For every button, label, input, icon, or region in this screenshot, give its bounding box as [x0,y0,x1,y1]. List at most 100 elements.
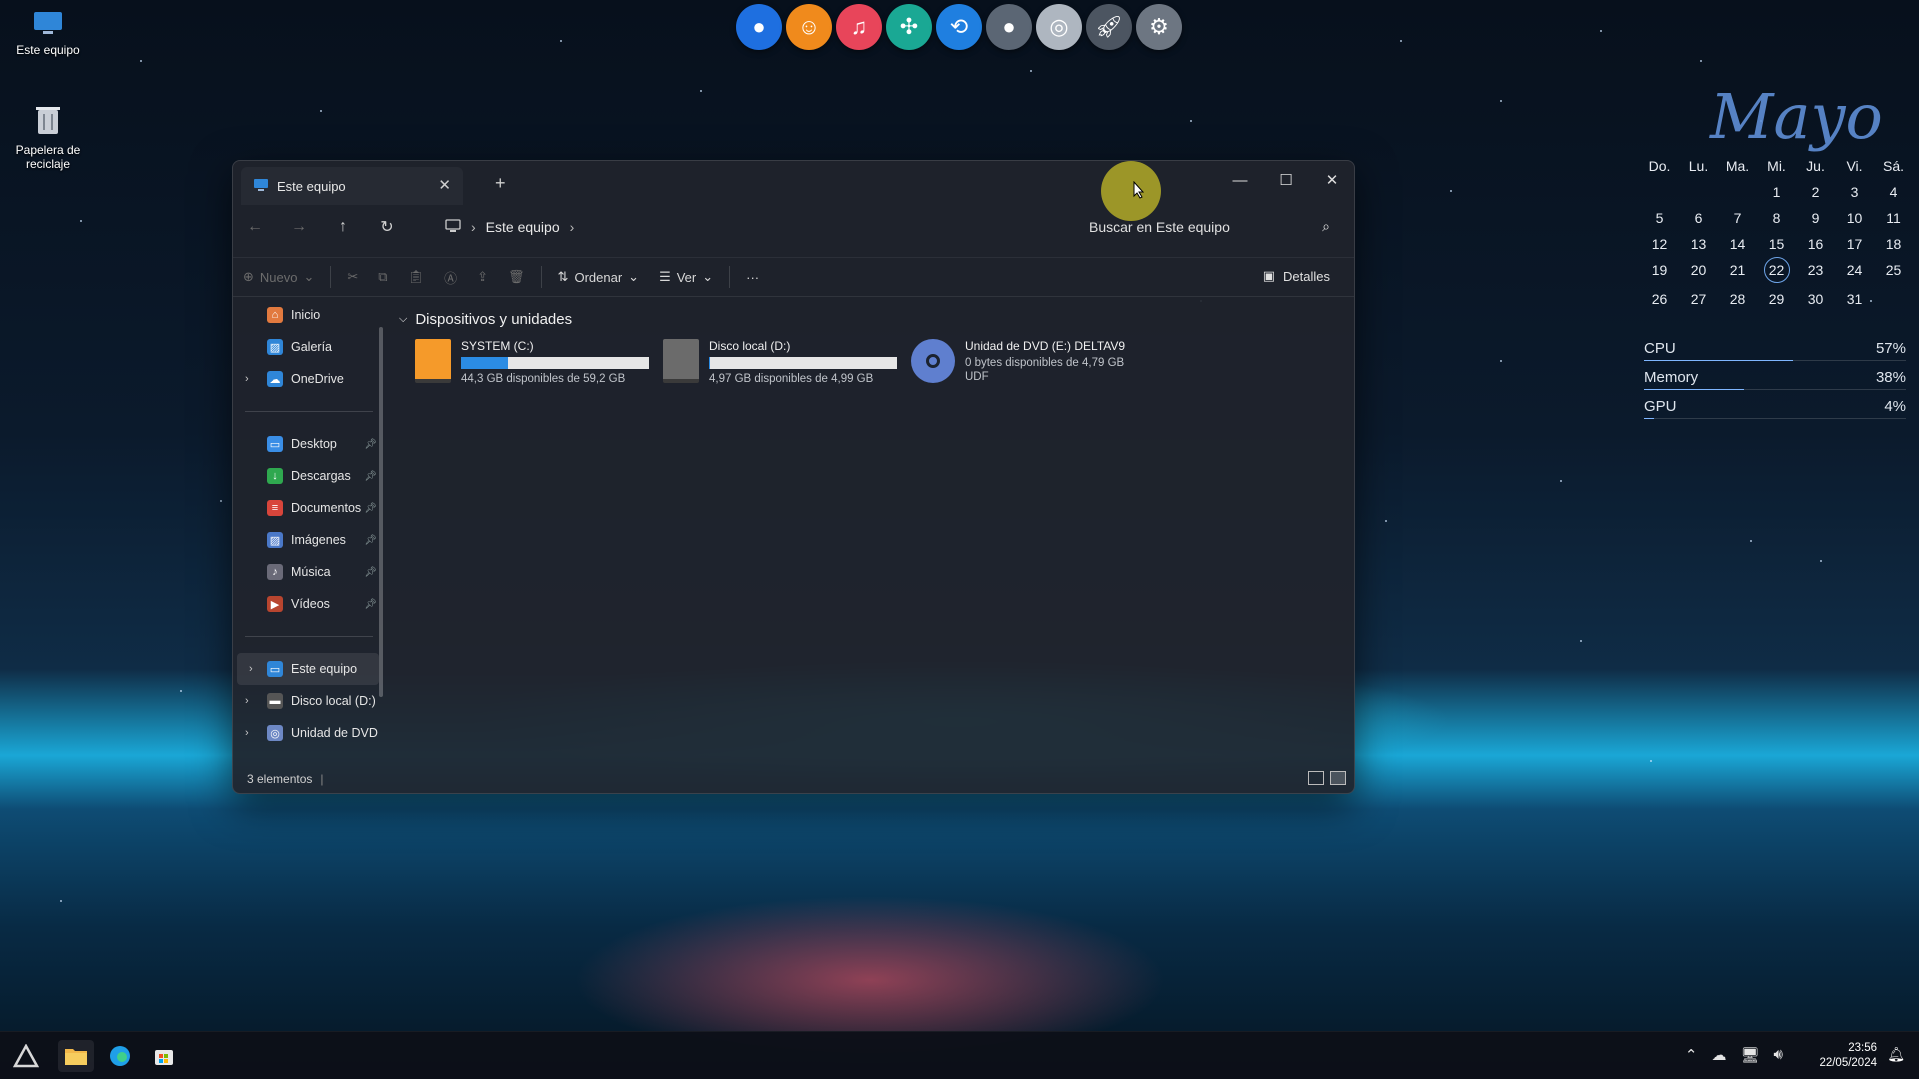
star [60,900,62,902]
dots-icon[interactable]: ✣ [886,4,932,50]
search-input[interactable]: Buscar en Este equipo ⌕ [1089,213,1344,241]
store-icon[interactable] [146,1040,182,1072]
desktop-icon-this-pc[interactable]: Este equipo [8,10,88,57]
breadcrumb[interactable]: Este equipo [486,219,560,235]
up-arrow-icon[interactable]: ↑ [321,218,365,236]
chevron-right-icon[interactable]: › [245,695,249,707]
search-icon[interactable]: ⌕ [1322,218,1330,235]
file-explorer-taskbar-icon[interactable] [58,1040,94,1072]
cloud-offline-icon[interactable]: ☁ [1712,1046,1727,1064]
calendar-day: 2 [1811,184,1820,200]
desktop-icon-recycle-bin[interactable]: Papelera de reciclaje [8,104,88,171]
edge-browser-icon[interactable] [102,1040,138,1072]
star [80,220,82,222]
settings-gear-icon[interactable]: ⚙ [1136,4,1182,50]
status-bar: 3 elementos | [233,765,1354,793]
back-arrow-icon[interactable]: ← [233,218,277,236]
calendar-day: 25 [1885,262,1902,278]
sidebar-item-documentos[interactable]: ≡ Documentos 📌︎ [233,492,383,524]
sidebar-item-disco-local-d-[interactable]: › ▬ Disco local (D:) [233,685,383,717]
delete-icon[interactable]: 🗑︎ [498,269,535,285]
rocket-icon[interactable]: 🚀︎ [1086,4,1132,50]
chevron-right-icon: › [471,219,476,235]
calendar-weekday: Do. [1648,158,1671,174]
calendar-day: 21 [1729,262,1746,278]
view-button[interactable]: ☰ Ver ⌄ [649,269,723,285]
navigation-bar: ← → ↑ ↻ › Este equipo › Buscar en Este e… [233,205,1354,249]
calendar-weekday: Mi. [1767,158,1786,174]
sidebar-item-onedrive[interactable]: › ☁ OneDrive [233,363,383,395]
chevron-right-icon[interactable]: › [245,373,249,385]
details-view-icon[interactable] [1308,771,1324,785]
close-window-button[interactable]: ✕ [1309,165,1354,195]
sidebar-item-este-equipo[interactable]: › ▭ Este equipo [237,653,379,685]
address-bar[interactable]: › Este equipo › [445,213,574,241]
sidebar-item-descargas[interactable]: ↓ Descargas 📌︎ [233,460,383,492]
calendar-day: 13 [1690,236,1707,252]
monitor-bar-fill [1644,389,1744,390]
maximize-button[interactable]: ☐ [1263,165,1309,195]
sidebar-item-vídeos[interactable]: ▶ Vídeos 📌︎ [233,588,383,620]
disc-icon[interactable]: ◎ [1036,4,1082,50]
sidebar-item-inicio[interactable]: ⌂ Inicio [233,299,383,331]
sidebar-item-galería[interactable]: ▨ Galería [233,331,383,363]
desktop-icon: ▭ [267,436,283,452]
new-tab-button[interactable]: + [495,173,506,194]
chevron-up-icon[interactable]: ⌃ [1685,1046,1698,1064]
chevron-right-icon[interactable]: › [249,663,253,675]
calendar-day: 8 [1772,210,1781,226]
share-icon[interactable]: ⟲ [936,4,982,50]
more-options-button[interactable]: ··· [736,270,769,285]
navigation-pane-scrollbar[interactable] [379,327,383,697]
tab-este-equipo[interactable]: Este equipo ✕ [241,167,463,205]
paste-icon[interactable]: 📋︎ [398,269,435,285]
music-icon: ♪ [267,564,283,580]
sidebar-item-label: Disco local (D:) [291,694,376,708]
sidebar-item-desktop[interactable]: ▭ Desktop 📌︎ [233,428,383,460]
music-icon[interactable]: ♫ [836,4,882,50]
chevron-right-icon[interactable]: › [245,727,249,739]
network-icon[interactable]: 🖥︎ [1741,1046,1760,1064]
forward-arrow-icon[interactable]: → [277,218,321,236]
drive-name: Unidad de DVD (E:) DELTAV9 [965,339,1126,353]
star [1560,480,1562,482]
close-tab-icon[interactable]: ✕ [438,176,451,194]
minimize-button[interactable]: — [1217,165,1263,195]
copy-icon[interactable]: ⧉ [368,269,397,285]
cut-icon[interactable]: ✂ [337,269,368,285]
item-count: 3 elementos [247,772,313,786]
calendar-day: 17 [1846,236,1863,252]
sidebar-item-label: Desktop [291,437,337,451]
document-icon: ≡ [267,500,283,516]
monitor-label: CPU [1644,340,1676,357]
calendar-day: 9 [1811,210,1820,226]
volume-icon[interactable]: 🔊︎ [1774,1046,1783,1064]
clock[interactable]: 23:56 22/05/2024 [1819,1041,1877,1071]
pin-icon: 📌︎ [364,534,377,546]
start-button-icon[interactable] [8,1040,44,1072]
sort-button[interactable]: ⇅ Ordenar ⌄ [548,269,650,285]
drop-icon[interactable]: ● [986,4,1032,50]
sidebar-item-música[interactable]: ♪ Música 📌︎ [233,556,383,588]
calendar-day: 29 [1768,291,1785,307]
drive-tile[interactable]: Unidad de DVD (E:) DELTAV9 0 bytes dispon… [911,339,1125,383]
group-header[interactable]: ⌵ Dispositivos y unidades [399,311,572,328]
rename-icon[interactable]: Ⓐ [434,268,467,287]
drive-tile[interactable]: Disco local (D:) 4,97 GB disponibles de 4… [663,339,897,385]
notification-bell-icon[interactable]: 🔔︎ [1887,1046,1905,1063]
refresh-icon[interactable]: ↻ [365,217,409,237]
drive-usage-fill [709,357,710,369]
share-icon[interactable]: ⇪ [467,269,498,285]
calendar-day: 10 [1846,210,1863,226]
drive-tile[interactable]: SYSTEM (C:) 44,3 GB disponibles de 59,2 G… [415,339,649,385]
browser-icon[interactable]: ● [736,4,782,50]
tiles-view-icon[interactable] [1330,771,1346,785]
sidebar-item-imágenes[interactable]: ▨ Imágenes 📌︎ [233,524,383,556]
sidebar-item-unidad-de-dvd[interactable]: › ◎ Unidad de DVD [233,717,383,749]
star [1750,540,1752,542]
calendar-day: 31 [1846,291,1863,307]
dock: ● ☺ ♫ ✣ ⟲ ● ◎ 🚀︎ ⚙ [736,4,1182,50]
ok-icon[interactable]: ☺ [786,4,832,50]
details-button[interactable]: ▣ Detalles [1263,268,1330,284]
new-button[interactable]: ⊕ Nuevo ⌄ [233,269,324,285]
